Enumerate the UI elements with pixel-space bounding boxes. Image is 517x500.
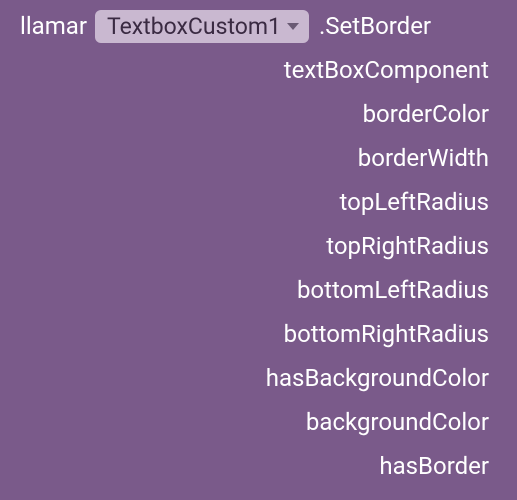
- parameter-list: textBoxComponent borderColor borderWidth…: [20, 48, 493, 488]
- param-label: bottomLeftRadius: [297, 276, 493, 304]
- socket-bump-icon: [509, 102, 517, 127]
- socket-bump-icon: [509, 454, 517, 479]
- method-name-label: .SetBorder: [319, 12, 431, 40]
- block-header: llamar TextboxCustom1 .SetBorder: [20, 8, 493, 44]
- param-row: backgroundColor: [20, 400, 493, 444]
- param-label: hasBackgroundColor: [266, 364, 493, 392]
- param-label: backgroundColor: [306, 408, 493, 436]
- param-label: bottomRightRadius: [284, 320, 493, 348]
- param-row: topLeftRadius: [20, 180, 493, 224]
- param-row: hasBackgroundColor: [20, 356, 493, 400]
- param-row: hasBorder: [20, 444, 493, 488]
- param-label: topLeftRadius: [340, 188, 493, 216]
- socket-bump-icon: [509, 234, 517, 259]
- param-row: borderColor: [20, 92, 493, 136]
- chevron-down-icon: [287, 23, 299, 30]
- socket-bump-icon: [509, 410, 517, 435]
- socket-bump-icon: [509, 58, 517, 83]
- block-right-edge: [509, 0, 517, 500]
- method-call-block[interactable]: llamar TextboxCustom1 .SetBorder textBox…: [0, 0, 517, 500]
- param-label: topRightRadius: [326, 232, 493, 260]
- param-label: borderColor: [363, 100, 493, 128]
- socket-bump-icon: [509, 322, 517, 347]
- socket-bump-icon: [509, 366, 517, 391]
- param-row: topRightRadius: [20, 224, 493, 268]
- socket-bump-icon: [509, 278, 517, 303]
- param-label: hasBorder: [379, 452, 493, 480]
- param-label: textBoxComponent: [284, 56, 493, 84]
- component-dropdown[interactable]: TextboxCustom1: [95, 10, 309, 43]
- call-keyword: llamar: [20, 12, 87, 40]
- param-label: borderWidth: [358, 144, 493, 172]
- param-row: borderWidth: [20, 136, 493, 180]
- component-dropdown-label: TextboxCustom1: [107, 13, 281, 40]
- socket-bump-icon: [509, 146, 517, 171]
- param-row: bottomLeftRadius: [20, 268, 493, 312]
- param-row: bottomRightRadius: [20, 312, 493, 356]
- param-row: textBoxComponent: [20, 48, 493, 92]
- socket-bump-icon: [509, 190, 517, 215]
